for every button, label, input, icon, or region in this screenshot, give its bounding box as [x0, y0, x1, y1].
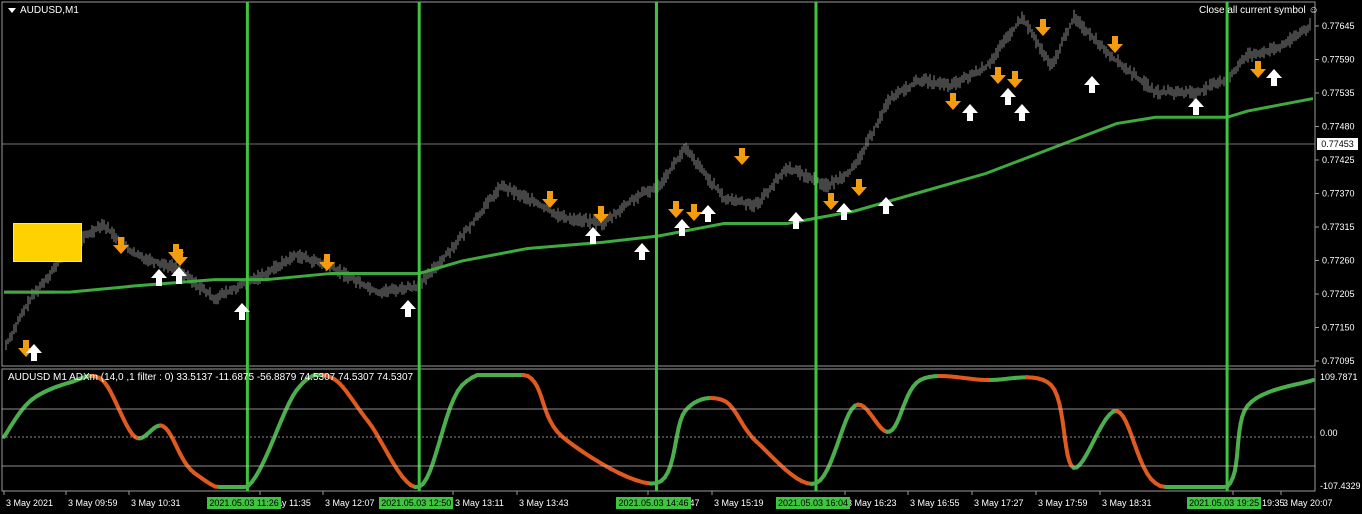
indicator-axis-label: -107.4329: [1320, 481, 1361, 491]
chevron-down-icon[interactable]: [8, 7, 16, 13]
price-label: 0.77150: [1322, 323, 1355, 333]
indicator-axis-label: 109.7871: [1320, 372, 1358, 382]
indicator-axis-label: 0.00: [1320, 428, 1338, 438]
session-tag: 2021.05.03 19:25: [1187, 497, 1262, 509]
price-label: 0.77205: [1322, 289, 1355, 299]
session-tag: 2021.05.03 16:04: [775, 497, 851, 509]
time-label: 3 May 16:55: [910, 498, 960, 508]
time-label: 3 May 20:07: [1283, 498, 1333, 508]
time-label: 3 May 13:43: [519, 498, 569, 508]
close-all-button[interactable]: Close all current symbol ☺: [1199, 5, 1319, 17]
price-label: 0.77645: [1322, 21, 1355, 31]
time-label: 3 May 13:11: [455, 498, 504, 508]
current-price-tag: 0.77453: [1317, 138, 1358, 150]
smiley-icon: ☺: [1305, 5, 1319, 16]
price-label: 0.77260: [1322, 256, 1355, 266]
price-chart[interactable]: 0.77645 0.77590 0.77535 0.77480 0.77425 0.773…: [0, 0, 1362, 514]
price-label: 0.77095: [1322, 356, 1355, 366]
session-tag: 2021.05.03 14:46: [616, 497, 691, 509]
adx-segment: [1307, 378, 1315, 384]
price-label: 0.77590: [1322, 55, 1355, 65]
price-label: 0.77425: [1322, 155, 1355, 165]
time-label: 3 May 16:23: [847, 498, 897, 508]
yellow-box[interactable]: [13, 223, 82, 262]
time-label: 3 May 17:59: [1038, 498, 1088, 508]
close-all-label: Close all current symbol: [1199, 5, 1306, 16]
time-label: 3 May 18:31: [1102, 498, 1152, 508]
session-tag: 2021.05.03 12:50: [379, 497, 454, 509]
time-label: 3 May 17:27: [974, 498, 1024, 508]
time-label: 3 May 15:19: [714, 498, 764, 508]
time-label: 3 May 10:31: [131, 498, 181, 508]
price-label: 0.77370: [1322, 189, 1355, 199]
price-label: 0.77315: [1322, 222, 1355, 232]
indicator-label: AUDUSD M1 ADXm (14,0 ,1 filter : 0) 33.5…: [8, 372, 414, 383]
price-label: 0.77535: [1322, 88, 1355, 98]
time-label: 3 May 12:07: [325, 498, 375, 508]
chart-background: [0, 0, 1362, 514]
chart-title[interactable]: AUDUSD,M1: [8, 5, 79, 17]
price-label: 0.77480: [1322, 122, 1355, 132]
symbol-label: AUDUSD,M1: [20, 5, 79, 16]
session-tag: 2021.05.03 11:26: [207, 497, 281, 509]
time-label: 3 May 09:59: [68, 498, 118, 508]
time-label: 3 May 2021: [6, 498, 53, 508]
